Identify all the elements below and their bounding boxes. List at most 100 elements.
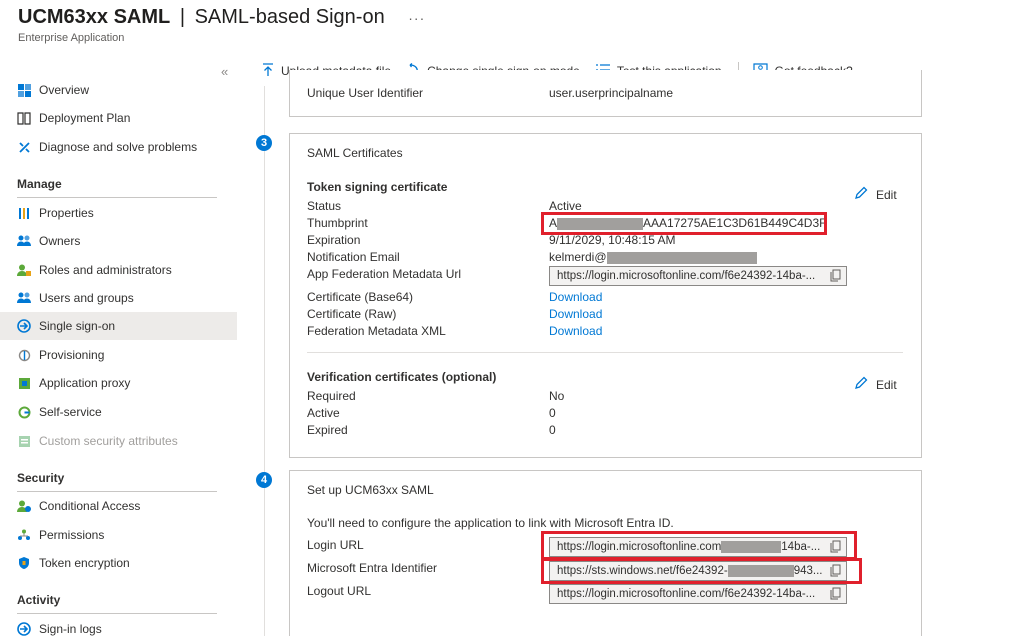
metadata-url-label: App Federation Metadata Url: [307, 267, 462, 281]
sidebar-item-owners[interactable]: Owners: [0, 227, 237, 255]
sidebar-item-label: Owners: [39, 234, 81, 248]
page-title: UCM63xx SAML | SAML-based Sign-on ···: [18, 6, 425, 29]
sidebar-item-label: Overview: [39, 83, 90, 97]
sidebar-item-label: Permissions: [39, 528, 105, 542]
sidebar-item-roles[interactable]: Roles and administrators: [0, 256, 237, 284]
notification-email-value: kelmerdi@: [549, 250, 757, 264]
edit-verification-button[interactable]: Edit: [854, 376, 897, 393]
federation-xml-label: Federation Metadata XML: [307, 324, 446, 338]
login-url-label: Login URL: [307, 538, 364, 552]
highlight-entra-identifier: [541, 558, 862, 584]
sidebar-item-custom-security-attributes[interactable]: Custom security attributes: [0, 427, 237, 455]
federation-xml-download-link[interactable]: Download: [549, 324, 602, 338]
notification-email-label: Notification Email: [307, 250, 400, 264]
sidebar-item-conditional-access[interactable]: Conditional Access: [0, 492, 237, 520]
sidebar-item-permissions[interactable]: Permissions: [0, 521, 237, 549]
page-subtitle: Enterprise Application: [18, 32, 125, 44]
email-prefix: kelmerdi@: [549, 250, 607, 264]
card-title-saml-certificates: SAML Certificates: [307, 146, 403, 160]
sidebar-item-diagnose[interactable]: Diagnose and solve problems: [0, 133, 237, 161]
page-header: UCM63xx SAML | SAML-based Sign-on ··· En…: [18, 6, 425, 44]
active-value: 0: [549, 406, 556, 420]
sidebar-item-self-service[interactable]: Self-service: [0, 398, 237, 426]
app-name: UCM63xx SAML: [18, 6, 171, 28]
properties-icon: [17, 206, 31, 220]
sidebar-item-properties[interactable]: Properties: [0, 199, 237, 227]
verification-certs-header: Verification certificates (optional): [307, 370, 497, 384]
redacted-block: [606, 251, 757, 264]
section-header-activity: Activity: [17, 593, 217, 614]
shield-icon: [17, 556, 31, 570]
required-label: Required: [307, 389, 356, 403]
pencil-icon: [854, 376, 868, 393]
cert-base64-download-link[interactable]: Download: [549, 290, 602, 304]
setup-intro-text: You'll need to configure the application…: [307, 516, 674, 530]
self-service-icon: [17, 405, 31, 419]
required-value: No: [549, 389, 565, 403]
sidebar-item-overview[interactable]: Overview: [0, 76, 237, 104]
sidebar-item-label: Conditional Access: [39, 499, 141, 513]
metadata-url-field[interactable]: https://login.microsoftonline.com/f6e243…: [549, 266, 847, 286]
sidebar-item-label: Application proxy: [39, 376, 131, 390]
pencil-icon: [854, 186, 868, 203]
sidebar-item-label: Properties: [39, 206, 94, 220]
conditional-access-icon: [17, 499, 31, 513]
sidebar-item-users-and-groups[interactable]: Users and groups: [0, 284, 237, 312]
sign-on-icon: [17, 319, 31, 333]
expiration-value: 9/11/2029, 10:48:15 AM: [549, 233, 676, 247]
cert-base64-label: Certificate (Base64): [307, 290, 414, 304]
sidebar-item-label: Self-service: [39, 405, 102, 419]
edit-label: Edit: [876, 187, 897, 202]
logout-url-label: Logout URL: [307, 584, 372, 598]
book-icon: [17, 111, 31, 125]
logout-url-field[interactable]: https://login.microsoftonline.com/f6e243…: [549, 584, 847, 604]
upload-icon: [262, 62, 274, 80]
section-header-security: Security: [17, 471, 217, 492]
more-options-button[interactable]: ···: [408, 10, 425, 26]
sidebar-item-label: Sign-in logs: [39, 622, 102, 636]
sidebar-item-label: Users and groups: [39, 291, 134, 305]
sidebar-item-single-sign-on[interactable]: Single sign-on: [0, 312, 237, 340]
expired-value: 0: [549, 423, 556, 437]
unique-user-identifier-value: user.userprincipalname: [549, 86, 674, 100]
edit-label: Edit: [876, 377, 897, 392]
sidebar-item-deployment-plan[interactable]: Deployment Plan: [0, 104, 237, 132]
cert-raw-download-link[interactable]: Download: [549, 307, 602, 321]
active-label: Active: [307, 406, 340, 420]
unique-user-identifier-label: Unique User Identifier: [307, 86, 424, 100]
token-signing-header: Token signing certificate: [307, 180, 448, 194]
sidebar-item-token-encryption[interactable]: Token encryption: [0, 549, 237, 577]
cert-raw-label: Certificate (Raw): [307, 307, 397, 321]
sidebar-item-provisioning[interactable]: Provisioning: [0, 341, 237, 369]
proxy-icon: [17, 376, 31, 390]
sidebar-item-label: Custom security attributes: [39, 434, 178, 448]
roles-icon: [17, 263, 31, 277]
grid-icon: [17, 83, 31, 97]
people-icon: [17, 234, 31, 248]
sidebar-item-sign-in-logs[interactable]: Sign-in logs: [0, 615, 237, 636]
logout-url-value: https://login.microsoftonline.com/f6e243…: [557, 588, 816, 600]
permissions-icon: [17, 528, 31, 542]
content-divider: [264, 86, 265, 636]
sidebar: « Overview Deployment Plan Diagnose and …: [0, 60, 237, 636]
card-title-setup: Set up UCM63xx SAML: [307, 483, 434, 497]
copy-icon[interactable]: [830, 269, 842, 283]
blade-name: SAML-based Sign-on: [194, 6, 385, 28]
sign-in-logs-icon: [17, 622, 31, 636]
wrench-icon: [17, 140, 31, 154]
sidebar-item-label: Diagnose and solve problems: [39, 140, 198, 154]
step-badge-4: 4: [256, 472, 272, 488]
expired-label: Expired: [307, 423, 348, 437]
sidebar-item-label: Single sign-on: [39, 319, 116, 333]
expiration-label: Expiration: [307, 233, 361, 247]
sidebar-item-application-proxy[interactable]: Application proxy: [0, 369, 237, 397]
users-icon: [17, 291, 31, 305]
copy-icon[interactable]: [830, 587, 842, 601]
step-badge-3: 3: [256, 135, 272, 151]
thumbprint-label: Thumbprint: [307, 216, 368, 230]
metadata-url-value: https://login.microsoftonline.com/f6e243…: [557, 270, 816, 282]
sidebar-item-label: Deployment Plan: [39, 111, 131, 125]
sidebar-item-label: Provisioning: [39, 348, 105, 362]
edit-token-signing-button[interactable]: Edit: [854, 186, 897, 203]
sidebar-item-label: Roles and administrators: [39, 263, 172, 277]
